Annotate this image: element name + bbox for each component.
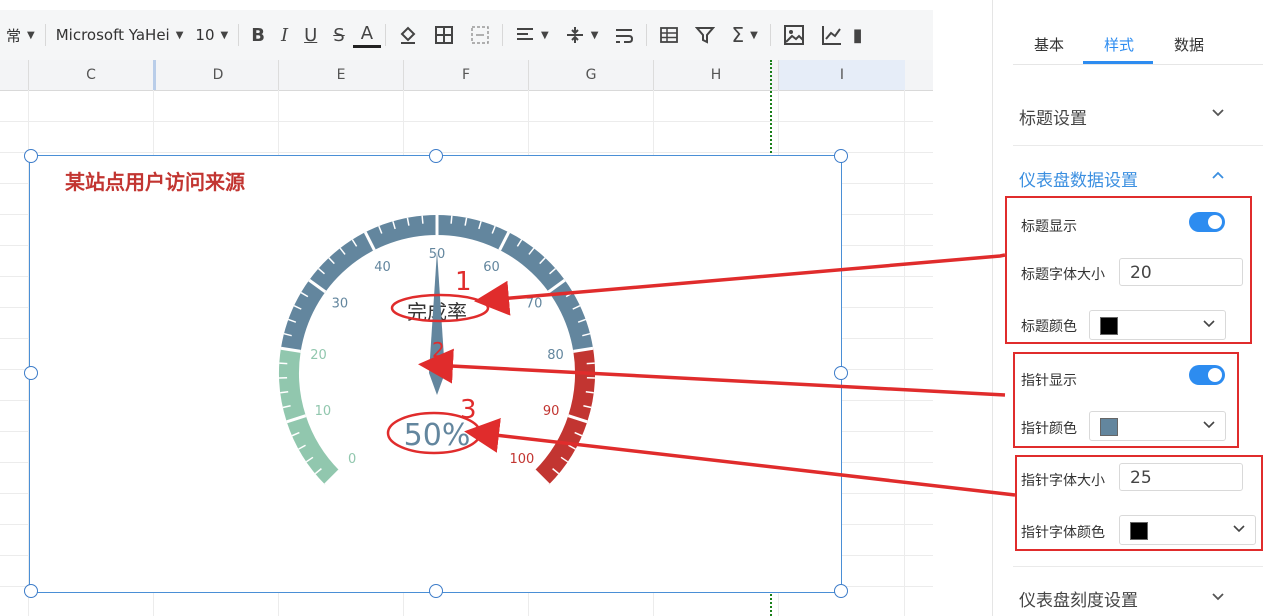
- gauge-tick-label: 60: [483, 260, 500, 275]
- chevron-down-icon: ▼: [175, 29, 184, 41]
- tab-data[interactable]: 数据: [1174, 34, 1204, 55]
- resize-handle[interactable]: [429, 149, 443, 163]
- gauge-tick-label: 40: [374, 260, 391, 275]
- gauge-tick-label: 30: [332, 296, 349, 311]
- toolbar-divider: [502, 24, 504, 46]
- chevron-down-icon: ▼: [541, 29, 549, 41]
- gauge-tick-label: 70: [526, 296, 543, 311]
- gauge-minor-tick: [586, 362, 595, 365]
- gauge-minor-tick: [450, 215, 453, 224]
- resize-handle[interactable]: [834, 584, 848, 598]
- merge-cells-icon[interactable]: [462, 25, 498, 45]
- section-gauge-scale-settings[interactable]: 仪表盘刻度设置: [1019, 586, 1138, 611]
- column-header-f[interactable]: F: [403, 60, 528, 90]
- gauge-tick-label: 20: [310, 348, 327, 363]
- resize-handle[interactable]: [834, 149, 848, 163]
- grid-line: [904, 90, 905, 616]
- chevron-down-icon: ▼: [27, 29, 35, 41]
- more-tools-icon[interactable]: ▮: [851, 25, 865, 46]
- gauge-tick-label: 80: [547, 348, 564, 363]
- chevron-down-icon: ▼: [750, 29, 758, 41]
- resize-handle[interactable]: [834, 366, 848, 380]
- grid-line: [0, 152, 933, 153]
- column-header-e[interactable]: E: [278, 60, 403, 90]
- section-gauge-data-settings[interactable]: 仪表盘数据设置: [1019, 166, 1138, 191]
- gauge-chart[interactable]: 某站点用户访问来源 0102030405060708090100完成率50%: [29, 155, 842, 593]
- toolbar-divider: [238, 24, 240, 46]
- gauge-minor-tick: [280, 391, 289, 394]
- font-family-label: Microsoft YaHei: [55, 26, 170, 44]
- annotation-box-pointer-font: [1015, 455, 1263, 551]
- toolbar-divider: [646, 24, 648, 46]
- chevron-down-icon[interactable]: [1211, 106, 1225, 122]
- font-size-label: 10: [195, 26, 215, 44]
- borders-icon[interactable]: [426, 25, 462, 45]
- filter-icon[interactable]: [687, 25, 723, 45]
- toolbar-divider: [44, 24, 46, 46]
- style-label: 常: [6, 26, 22, 45]
- column-header-i[interactable]: I: [778, 60, 905, 90]
- active-tab-indicator: [1083, 61, 1153, 64]
- gauge-value-text: 50%: [404, 418, 471, 453]
- chevron-down-icon: ▼: [590, 29, 599, 41]
- spreadsheet-area: 常▼ Microsoft YaHei▼ 10▼ B I U S A ▼ ▼: [0, 0, 933, 616]
- gauge-tick-label: 10: [315, 404, 332, 419]
- bold-icon[interactable]: B: [243, 25, 273, 46]
- fill-color-icon[interactable]: [390, 25, 426, 45]
- align-left-icon[interactable]: ▼: [507, 25, 557, 45]
- annotation-box-pointer: [1013, 352, 1239, 448]
- panel-tabs: 基本 样式 数据: [1013, 28, 1263, 65]
- italic-icon[interactable]: I: [273, 25, 296, 46]
- divider: [1013, 145, 1263, 146]
- tab-basic[interactable]: 基本: [1034, 34, 1064, 55]
- column-header-d[interactable]: D: [153, 60, 280, 90]
- section-title-settings[interactable]: 标题设置: [1019, 104, 1087, 129]
- style-dropdown[interactable]: 常 ▼: [0, 20, 41, 50]
- toolbar-divider: [769, 24, 771, 46]
- chevron-up-icon[interactable]: [1211, 168, 1225, 184]
- chevron-down-icon[interactable]: [1211, 590, 1225, 606]
- wrap-text-icon[interactable]: [606, 25, 642, 45]
- image-icon[interactable]: [775, 24, 813, 46]
- gauge-tick-label: 100: [509, 452, 534, 467]
- chevron-down-icon: ▼: [220, 29, 229, 41]
- page-break-line: [770, 60, 772, 160]
- sum-icon[interactable]: Σ ▼: [723, 23, 765, 47]
- column-header-c[interactable]: C: [28, 60, 153, 90]
- font-family-dropdown[interactable]: Microsoft YaHei ▼: [50, 20, 190, 50]
- gauge-minor-tick: [585, 391, 594, 394]
- resize-handle[interactable]: [24, 584, 38, 598]
- column-header-h[interactable]: H: [653, 60, 778, 90]
- chart-icon[interactable]: [813, 24, 851, 46]
- resize-handle[interactable]: [429, 584, 443, 598]
- grid-line: [0, 121, 933, 122]
- column-header-g[interactable]: G: [528, 60, 653, 90]
- gauge-minor-tick: [279, 362, 288, 365]
- column-header-bar: C D E F G H I: [0, 60, 933, 91]
- table-icon[interactable]: [651, 25, 687, 45]
- gauge-tick-label: 0: [348, 452, 356, 467]
- resize-handle[interactable]: [24, 366, 38, 380]
- underline-icon[interactable]: U: [296, 25, 325, 46]
- resize-handle[interactable]: [24, 149, 38, 163]
- tab-style[interactable]: 样式: [1104, 34, 1134, 55]
- gauge-svg: 0102030405060708090100完成率50%: [279, 215, 595, 486]
- toolbar: 常▼ Microsoft YaHei▼ 10▼ B I U S A ▼ ▼: [0, 10, 933, 60]
- font-size-dropdown[interactable]: 10 ▼: [189, 20, 234, 50]
- font-color-icon[interactable]: A: [352, 23, 382, 48]
- gauge-tick-label: 90: [543, 404, 560, 419]
- gauge-minor-tick: [421, 215, 424, 224]
- annotation-box-title: [1005, 196, 1252, 344]
- strikethrough-icon[interactable]: S: [325, 25, 352, 46]
- vertical-align-icon[interactable]: ▼: [557, 25, 607, 45]
- divider: [1013, 566, 1263, 567]
- toolbar-divider: [385, 24, 387, 46]
